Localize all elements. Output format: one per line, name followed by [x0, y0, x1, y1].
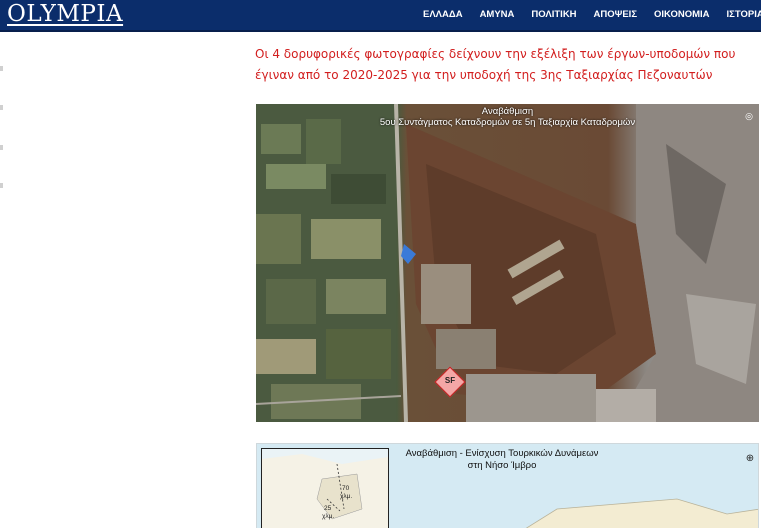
image1-title-line1: Αναβάθμιση [481, 106, 534, 117]
satellite-image-1[interactable]: Αναβάθμιση 5ου Συντάγματος Καταδρομών σε… [256, 104, 759, 422]
island-shape [525, 498, 758, 528]
target-icon: ◎ [745, 112, 753, 122]
share-sidebar [0, 66, 4, 196]
image1-title-line2: 5ου Συντάγματος Καταδρομών σε 5η Ταξιαρχ… [379, 117, 636, 128]
map-image-2-title: Αναβάθμιση - Ενίσχυση Τουρκικών Δυνάμεων… [387, 448, 617, 472]
nav-item-apopseis[interactable]: ΑΠΟΨΕΙΣ [594, 9, 637, 23]
inset-distance-a: 70 [342, 485, 350, 492]
inset-distance-b: 25 [324, 505, 332, 512]
inset-map: 70 χλμ. 25 χλμ. [261, 448, 389, 528]
share-tick[interactable] [0, 105, 3, 110]
nav-item-amyna[interactable]: ΑΜΥΝΑ [480, 9, 515, 23]
sf-marker-label: SF [444, 376, 456, 385]
share-tick[interactable] [0, 66, 3, 71]
site-logo[interactable]: OLYMPIA [7, 1, 123, 27]
map-image-2[interactable]: 70 χλμ. 25 χλμ. Αναβάθμιση - Ενίσχυση Το… [256, 443, 759, 528]
nav-item-istoria[interactable]: ΙΣΤΟΡΙΑ [727, 9, 761, 23]
nav-item-politiki[interactable]: ΠΟΛΙΤΙΚΗ [531, 9, 576, 23]
satellite-terrain [256, 104, 759, 422]
share-tick[interactable] [0, 145, 3, 150]
image2-title-line2: στη Νήσο Ίμβρο [467, 460, 537, 471]
image2-title-line1: Αναβάθμιση - Ενίσχυση Τουρκικών Δυνάμεων [405, 448, 599, 459]
share-tick[interactable] [0, 183, 3, 188]
nav-item-ellada[interactable]: ΕΛΛΑΔΑ [423, 9, 463, 23]
inset-unit-b: χλμ. [322, 513, 335, 520]
satellite-image-1-title: Αναβάθμιση 5ου Συντάγματος Καταδρομών σε… [256, 106, 759, 128]
main-nav: ΕΛΛΑΔΑ ΑΜΥΝΑ ΠΟΛΙΤΙΚΗ ΑΠΟΨΕΙΣ ΟΙΚΟΝΟΜΙΑ … [423, 9, 761, 23]
site-header: OLYMPIA ΕΛΛΑΔΑ ΑΜΥΝΑ ΠΟΛΙΤΙΚΗ ΑΠΟΨΕΙΣ ΟΙ… [0, 0, 761, 32]
article-caption: Οι 4 δορυφορικές φωτογραφίες δείχνουν τη… [255, 47, 736, 82]
inset-unit-a: χλμ. [340, 493, 353, 500]
compass-icon: ⊕ [745, 453, 755, 464]
nav-item-oikonomia[interactable]: ΟΙΚΟΝΟΜΙΑ [654, 9, 710, 23]
